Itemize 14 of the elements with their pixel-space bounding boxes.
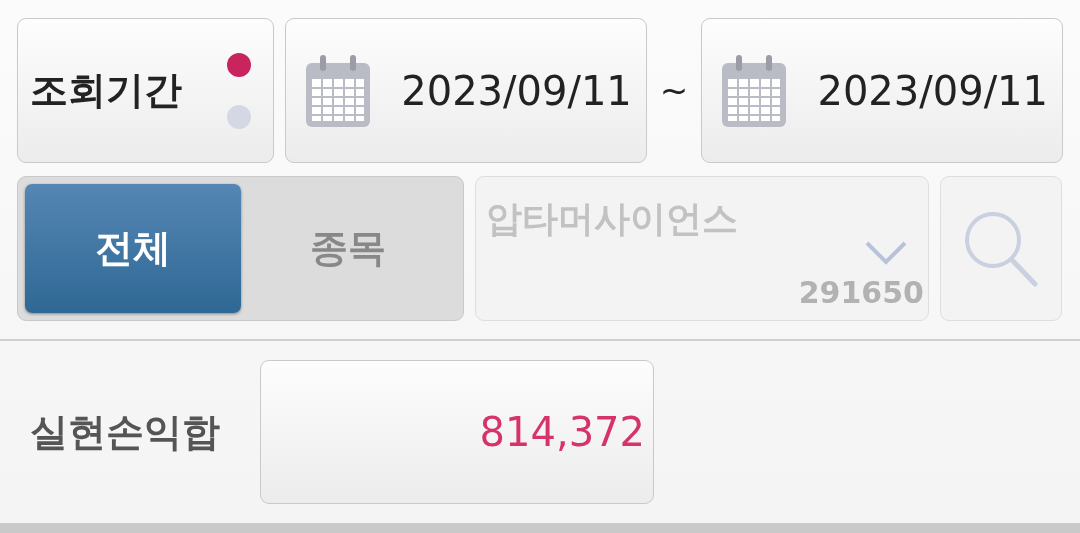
- end-date-field[interactable]: 2023/09/11: [701, 18, 1063, 163]
- realized-pnl-label: 실현손익합: [30, 408, 221, 456]
- filter-tab[interactable]: 종목: [240, 184, 456, 313]
- calendar-icon: [304, 52, 373, 129]
- range-separator: ~: [658, 69, 690, 113]
- realized-pnl-value-box: 814,372: [260, 360, 654, 504]
- start-date-field[interactable]: 2023/09/11: [285, 18, 647, 163]
- period-label: 조회기간: [30, 67, 182, 114]
- period-option-dot[interactable]: [227, 104, 252, 129]
- filter-tab[interactable]: 전체: [25, 184, 241, 313]
- chevron-down-icon: [864, 239, 908, 266]
- search-icon: [963, 209, 1039, 288]
- period-option-dot[interactable]: [227, 52, 252, 77]
- calendar-icon: [720, 52, 789, 129]
